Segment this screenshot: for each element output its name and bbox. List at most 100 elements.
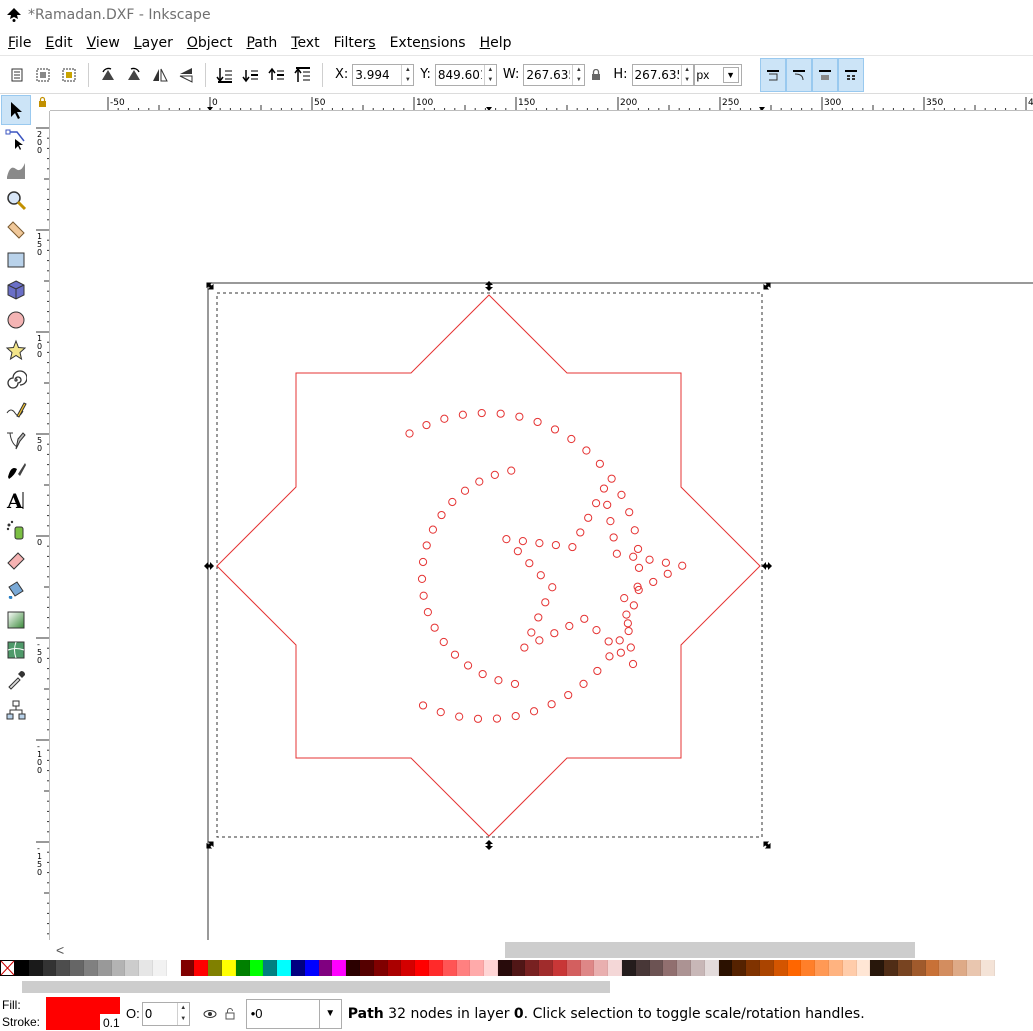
dot[interactable]: [580, 614, 589, 623]
move-gradients-icon[interactable]: [811, 57, 838, 92]
dot[interactable]: [533, 417, 542, 427]
calligraphy-tool[interactable]: [1, 455, 31, 485]
color-swatch[interactable]: [856, 960, 871, 976]
connector-tool[interactable]: [1, 695, 31, 725]
dot[interactable]: [450, 650, 460, 659]
color-swatch[interactable]: [249, 960, 264, 976]
flip-vertical-icon[interactable]: [174, 63, 198, 87]
color-swatch[interactable]: [911, 960, 926, 976]
w-spinbox[interactable]: ▲▼: [523, 63, 586, 86]
dot[interactable]: [599, 484, 609, 493]
h-input[interactable]: [632, 64, 681, 85]
rotate-cw-icon[interactable]: [122, 63, 146, 87]
raise-icon[interactable]: [265, 63, 289, 87]
dot[interactable]: [605, 652, 614, 661]
dot[interactable]: [565, 621, 574, 631]
dot[interactable]: [502, 535, 511, 544]
select-all-icon[interactable]: [5, 63, 29, 87]
color-swatch[interactable]: [553, 960, 567, 976]
color-swatch[interactable]: [373, 960, 388, 976]
stroke-swatch[interactable]: [46, 1014, 100, 1030]
dot[interactable]: [663, 569, 672, 578]
spray-tool[interactable]: [1, 515, 31, 545]
measure-tool[interactable]: [1, 215, 31, 245]
scroll-left-icon[interactable]: <: [56, 942, 64, 958]
dot[interactable]: [541, 598, 550, 607]
dot[interactable]: [661, 558, 670, 567]
dot[interactable]: [510, 679, 520, 689]
dot[interactable]: [475, 477, 484, 486]
menu-item-path[interactable]: Path: [239, 35, 284, 51]
scale-corners-icon[interactable]: [785, 57, 812, 92]
color-swatch[interactable]: [704, 960, 719, 976]
dot[interactable]: [428, 525, 438, 534]
layer-lock-icon[interactable]: [221, 1002, 239, 1026]
crescent-star-dots[interactable]: [405, 408, 687, 723]
color-swatch[interactable]: [401, 960, 416, 976]
dot[interactable]: [568, 542, 577, 552]
node-tool[interactable]: [1, 125, 31, 155]
dot[interactable]: [525, 559, 534, 568]
scale-handle-se[interactable]: [761, 839, 774, 852]
menu-item-filters[interactable]: Filters: [327, 35, 383, 51]
dot[interactable]: [458, 410, 467, 419]
menu-item-view[interactable]: View: [80, 35, 127, 51]
color-swatch[interactable]: [221, 960, 236, 976]
color-swatch[interactable]: [649, 960, 664, 976]
color-swatch[interactable]: [691, 960, 705, 976]
dot[interactable]: [422, 420, 431, 430]
color-swatch[interactable]: [787, 960, 802, 976]
color-swatch[interactable]: [208, 960, 222, 976]
tweak-tool[interactable]: [1, 155, 31, 185]
color-swatch[interactable]: [152, 960, 167, 976]
dot[interactable]: [536, 571, 545, 580]
menu-item-edit[interactable]: Edit: [38, 35, 79, 51]
color-swatch[interactable]: [966, 960, 981, 976]
dot[interactable]: [430, 623, 439, 632]
color-swatch[interactable]: [663, 960, 678, 976]
dot[interactable]: [633, 544, 643, 554]
dot[interactable]: [511, 711, 520, 721]
color-swatch[interactable]: [28, 960, 43, 976]
color-swatch[interactable]: [359, 960, 374, 976]
dot[interactable]: [678, 561, 687, 570]
opacity-input[interactable]: [142, 1003, 177, 1024]
color-swatch[interactable]: [97, 960, 112, 976]
dot[interactable]: [548, 583, 557, 592]
flip-horizontal-icon[interactable]: [148, 63, 172, 87]
dot[interactable]: [535, 538, 544, 548]
color-swatch[interactable]: [484, 960, 498, 976]
dot[interactable]: [490, 470, 499, 479]
dot[interactable]: [634, 563, 644, 572]
scrollbar-thumb[interactable]: [505, 942, 915, 958]
text-tool[interactable]: A: [1, 485, 31, 515]
palette-scrollbar[interactable]: [0, 978, 1033, 996]
dot[interactable]: [550, 425, 560, 434]
dot[interactable]: [579, 679, 588, 688]
menu-item-layer[interactable]: Layer: [127, 35, 180, 51]
color-swatch[interactable]: [428, 960, 443, 976]
color-swatch[interactable]: [829, 960, 843, 976]
color-swatch[interactable]: [870, 960, 885, 976]
dot[interactable]: [405, 429, 414, 438]
color-swatch[interactable]: [566, 960, 581, 976]
dot[interactable]: [507, 466, 516, 475]
invert-selection-icon[interactable]: [57, 63, 81, 87]
dot[interactable]: [567, 434, 576, 444]
x-decrement-icon[interactable]: ▼: [402, 75, 413, 85]
dot[interactable]: [527, 628, 536, 637]
no-paint-swatch[interactable]: [0, 960, 15, 976]
star-tool[interactable]: [1, 335, 31, 365]
dot[interactable]: [478, 669, 487, 679]
select-all-layers-icon[interactable]: [31, 63, 55, 87]
dot[interactable]: [473, 714, 483, 723]
chevron-down-icon[interactable]: ▼: [318, 999, 341, 1028]
color-swatch[interactable]: [470, 960, 485, 976]
color-swatch[interactable]: [139, 960, 153, 976]
color-swatch[interactable]: [511, 960, 526, 976]
dot[interactable]: [492, 714, 502, 723]
color-swatch[interactable]: [180, 960, 195, 976]
dot[interactable]: [564, 690, 573, 700]
scale-handle-nw[interactable]: [204, 280, 217, 293]
color-swatch[interactable]: [760, 960, 774, 976]
